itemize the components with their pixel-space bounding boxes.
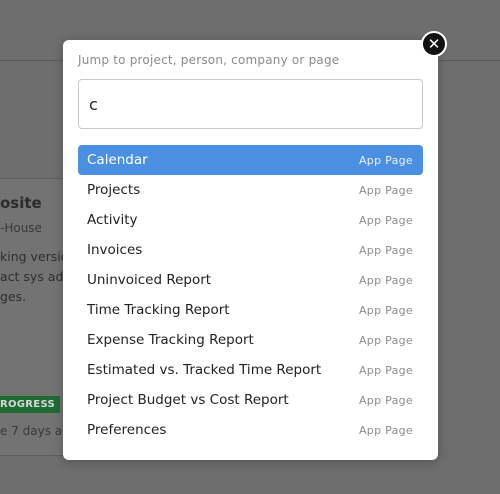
result-label: Estimated vs. Tracked Time Report <box>87 362 322 378</box>
background-card-description: king versio act sys ad ges. <box>0 247 68 307</box>
result-label: Project Budget vs Cost Report <box>87 392 289 408</box>
result-label: Time Tracking Report <box>87 302 230 318</box>
result-item-activity[interactable]: Activity App Page <box>78 205 423 235</box>
result-item-expense-tracking-report[interactable]: Expense Tracking Report App Page <box>78 325 423 355</box>
result-type: App Page <box>358 153 413 167</box>
result-type: App Page <box>358 243 413 257</box>
result-label: Uninvoiced Report <box>87 272 212 288</box>
result-item-uninvoiced-report[interactable]: Uninvoiced Report App Page <box>78 265 423 295</box>
result-type: App Page <box>358 183 413 197</box>
result-label: Expense Tracking Report <box>87 332 254 348</box>
result-item-time-tracking-report[interactable]: Time Tracking Report App Page <box>78 295 423 325</box>
results-list: Calendar App Page Projects App Page Acti… <box>78 145 423 445</box>
background-status-badge: ROGRESS <box>0 396 60 413</box>
result-type: App Page <box>358 363 413 377</box>
result-item-calendar[interactable]: Calendar App Page <box>78 145 423 175</box>
result-item-projects[interactable]: Projects App Page <box>78 175 423 205</box>
result-label: Activity <box>87 212 138 228</box>
result-type: App Page <box>358 393 413 407</box>
result-type: App Page <box>358 213 413 227</box>
result-type: App Page <box>358 303 413 317</box>
background-card-subtitle: -House <box>0 221 42 235</box>
result-label: Preferences <box>87 422 167 438</box>
result-type: App Page <box>358 273 413 287</box>
result-type: App Page <box>358 423 413 437</box>
result-label: Calendar <box>87 152 148 168</box>
search-input[interactable] <box>78 79 423 129</box>
result-item-invoices[interactable]: Invoices App Page <box>78 235 423 265</box>
close-icon: ✕ <box>427 35 441 53</box>
background-desc-line: king versio <box>0 249 69 264</box>
result-item-project-budget-vs-cost-report[interactable]: Project Budget vs Cost Report App Page <box>78 385 423 415</box>
search-label: Jump to project, person, company or page <box>78 53 340 67</box>
result-label: Invoices <box>87 242 143 258</box>
result-label: Projects <box>87 182 141 198</box>
jump-to-modal: Jump to project, person, company or page… <box>63 40 438 460</box>
result-item-preferences[interactable]: Preferences App Page <box>78 415 423 445</box>
result-item-estimated-vs-tracked-report[interactable]: Estimated vs. Tracked Time Report App Pa… <box>78 355 423 385</box>
background-desc-line: act sys ad <box>0 269 64 284</box>
close-button[interactable]: ✕ <box>421 31 447 57</box>
background-desc-line: ges. <box>0 289 27 304</box>
background-card-title: osite <box>0 194 42 212</box>
result-type: App Page <box>358 333 413 347</box>
